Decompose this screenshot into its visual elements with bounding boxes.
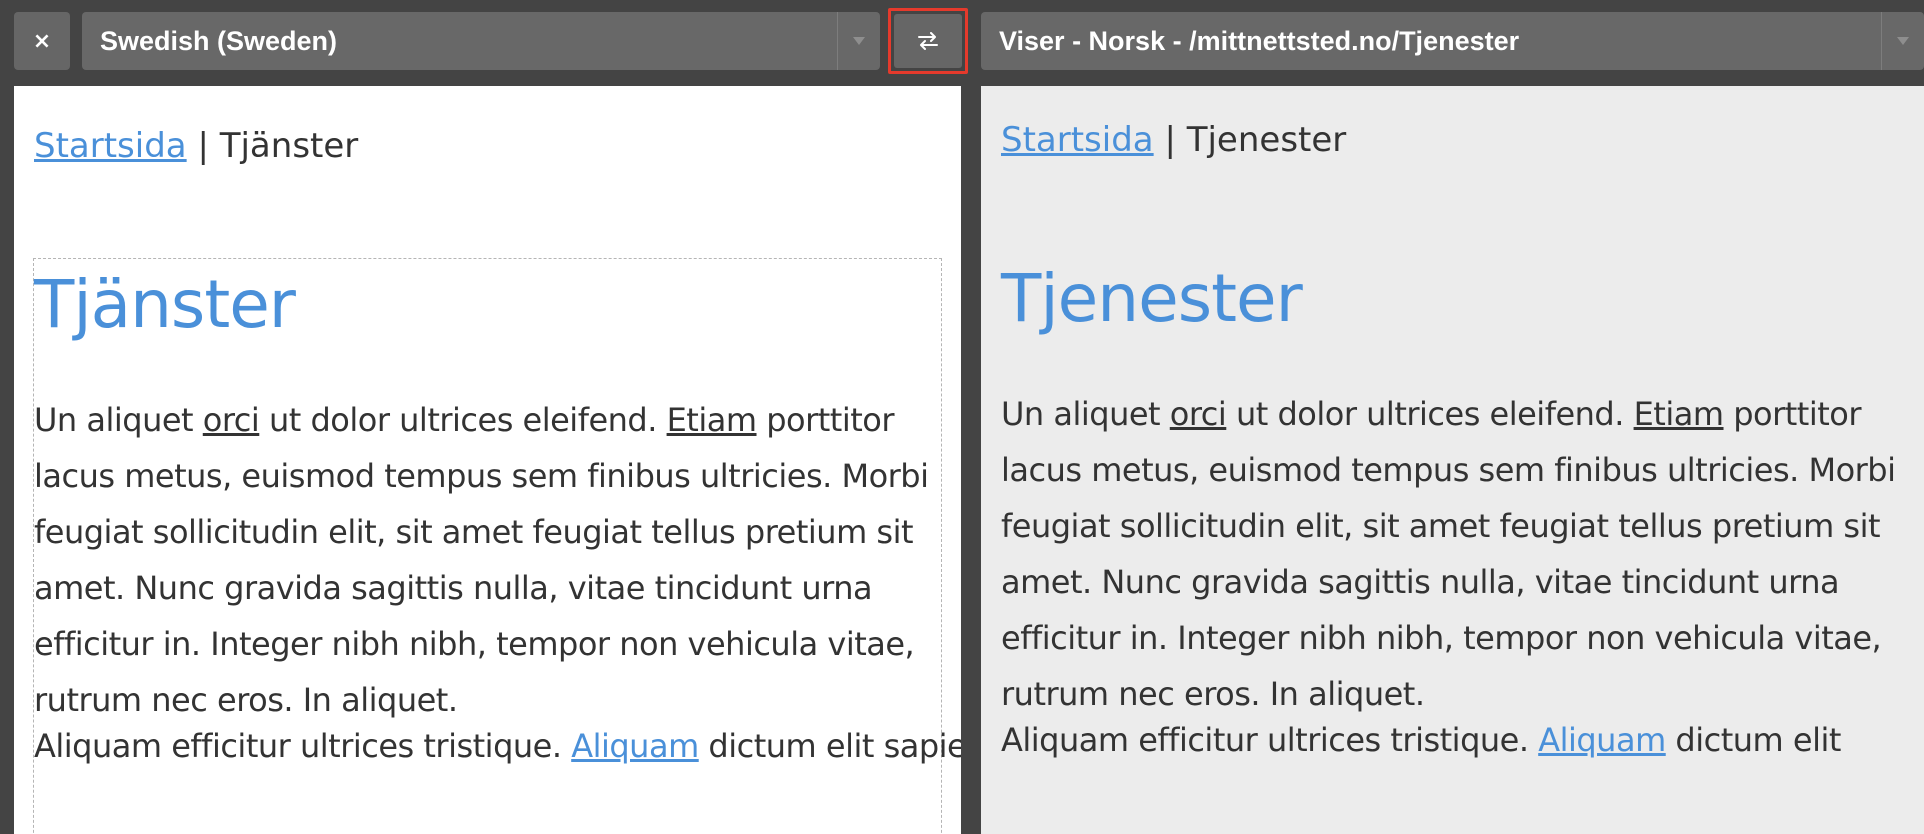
swap-button[interactable]	[894, 14, 962, 68]
text-run: Aliquam efficitur ultrices tristique.	[34, 727, 572, 765]
text-run: dictum elit sapien,	[708, 727, 961, 765]
chevron-down-icon	[853, 37, 865, 45]
text-run: porttitor lacus metus, euismod tempus se…	[1001, 395, 1896, 713]
page-title: Tjenester	[1001, 260, 1303, 337]
page-title[interactable]: Tjänster	[34, 266, 296, 343]
breadcrumb: Startsida | Tjänster	[34, 126, 358, 166]
text-run: Aliquam efficitur ultrices tristique.	[1001, 721, 1539, 759]
text-run: dictum elit	[1665, 721, 1841, 759]
content-paragraph: Aliquam efficitur ultrices tristique. Al…	[1001, 712, 1924, 768]
breadcrumb-current: Tjänster	[219, 126, 359, 166]
underlined-text: orci	[202, 401, 260, 439]
text-run: ut dolor ultrices eleifend.	[259, 401, 667, 439]
content-link[interactable]: Aliquam	[571, 727, 699, 765]
content-link[interactable]: Aliquam	[1538, 721, 1666, 759]
content-paragraph[interactable]: Un aliquet orci ut dolor ultrices eleife…	[34, 392, 944, 728]
swap-highlight	[888, 8, 968, 74]
content-paragraph: Un aliquet orci ut dolor ultrices eleife…	[1001, 386, 1911, 722]
breadcrumb-separator: |	[186, 126, 220, 166]
text-run: Un aliquet	[1001, 395, 1170, 433]
breadcrumb-current: Tjenester	[1186, 120, 1347, 160]
page-select-value: Viser - Norsk - /mittnettsted.no/Tjenest…	[999, 26, 1520, 56]
close-icon: ×	[32, 28, 52, 54]
content-paragraph[interactable]: Aliquam efficitur ultrices tristique. Al…	[34, 718, 961, 774]
page-select[interactable]: Viser - Norsk - /mittnettsted.no/Tjenest…	[981, 12, 1924, 70]
chevron-down-icon	[1897, 37, 1909, 45]
text-run: porttitor lacus metus, euismod tempus se…	[34, 401, 929, 719]
breadcrumb: Startsida | Tjenester	[1001, 120, 1346, 160]
breadcrumb-home-link[interactable]: Startsida	[1001, 120, 1154, 160]
source-preview-pane: Startsida | Tjenester Tjenester Un aliqu…	[981, 86, 1924, 834]
language-select-dropdown[interactable]	[837, 12, 880, 70]
breadcrumb-separator: |	[1153, 120, 1187, 160]
underlined-text: Etiam	[666, 401, 757, 439]
underlined-text: Etiam	[1633, 395, 1724, 433]
translation-pane: Startsida | Tjänster Tjänster Un aliquet…	[14, 86, 961, 834]
underlined-text: orci	[1169, 395, 1227, 433]
text-run: Un aliquet	[34, 401, 203, 439]
page-select-dropdown[interactable]	[1881, 12, 1924, 70]
language-select-value: Swedish (Sweden)	[100, 26, 338, 56]
swap-arrows-icon	[918, 32, 938, 50]
translation-toolbar: × Swedish (Sweden) Viser - Norsk - /mitt…	[0, 0, 1924, 86]
language-select[interactable]: Swedish (Sweden)	[82, 12, 880, 70]
close-button[interactable]: ×	[14, 12, 70, 70]
breadcrumb-home-link[interactable]: Startsida	[34, 126, 187, 166]
text-run: ut dolor ultrices eleifend.	[1226, 395, 1634, 433]
